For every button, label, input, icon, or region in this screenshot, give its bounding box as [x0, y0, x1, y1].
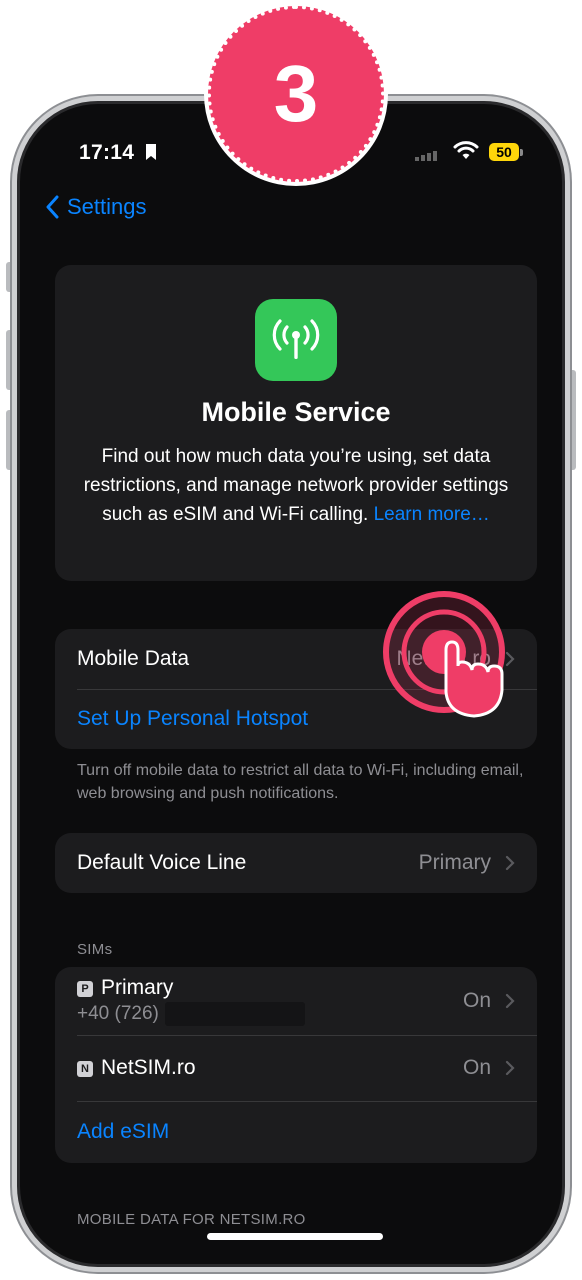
step-number: 3: [273, 49, 319, 138]
default-voice-line-value: Primary: [418, 851, 491, 874]
sims-group: P Primary +40 (726) On N NetSIM.ro On Ad…: [55, 967, 537, 1163]
hero-description: Find out how much data you’re using, set…: [77, 442, 515, 529]
mobile-data-for-netsim-header: MOBILE DATA FOR NETSIM.RO: [77, 1211, 306, 1228]
sims-section-header: SIMs: [77, 941, 113, 958]
status-time: 17:14: [79, 141, 135, 164]
sim-netsim-status: On: [462, 1056, 491, 1079]
sim-primary-name: Primary: [101, 976, 174, 999]
default-voice-line-label: Default Voice Line: [77, 851, 247, 874]
back-label: Settings: [67, 194, 147, 219]
mobile-service-hero-card: Mobile Service Find out how much data yo…: [55, 265, 537, 581]
redacted-number: [164, 1002, 305, 1026]
sim-primary-number-text: +40 (726): [77, 1003, 159, 1024]
chevron-right-icon: [505, 993, 515, 1009]
bookmark-icon: [146, 144, 156, 160]
sim-badge-n: N: [77, 1061, 93, 1077]
sim-netsim-name: NetSIM.ro: [101, 1056, 196, 1079]
power-button: [569, 370, 576, 470]
sim-primary-info: P Primary +40 (726): [77, 976, 463, 1026]
sim-primary-status: On: [462, 989, 491, 1012]
voice-line-group: Default Voice Line Primary: [55, 833, 537, 893]
add-esim-row[interactable]: Add eSIM: [55, 1101, 537, 1163]
step-number-badge: 3: [207, 5, 385, 183]
mobile-data-footer: Turn off mobile data to restrict all dat…: [77, 762, 524, 802]
home-indicator: [207, 1233, 383, 1240]
learn-more-link[interactable]: Learn more…: [374, 504, 490, 525]
back-button[interactable]: Settings: [45, 194, 147, 220]
signal-icon: [415, 151, 437, 161]
chevron-left-icon: [46, 195, 59, 219]
antenna-glyph: [272, 319, 320, 359]
default-voice-line-row[interactable]: Default Voice Line Primary: [55, 833, 537, 893]
battery-tip: [520, 149, 523, 156]
chevron-right-icon: [505, 1060, 515, 1076]
battery-indicator: 50: [489, 143, 519, 161]
page-title: Mobile Service: [201, 397, 391, 427]
sim-primary-title: P Primary: [77, 976, 463, 1000]
antenna-icon: [255, 299, 337, 381]
sim-badge-p: P: [77, 981, 93, 997]
sim-netsim-title: N NetSIM.ro: [77, 1056, 463, 1080]
tap-gesture-icon: [383, 591, 505, 718]
add-esim-link: Add eSIM: [77, 1120, 170, 1143]
sim-row-netsim[interactable]: N NetSIM.ro On: [55, 1035, 537, 1101]
chevron-right-icon: [505, 855, 515, 871]
wifi-icon: [453, 141, 479, 159]
sim-primary-number: +40 (726): [77, 1002, 463, 1026]
sim-row-primary[interactable]: P Primary +40 (726) On: [55, 967, 537, 1035]
mobile-data-label: Mobile Data: [77, 647, 190, 670]
